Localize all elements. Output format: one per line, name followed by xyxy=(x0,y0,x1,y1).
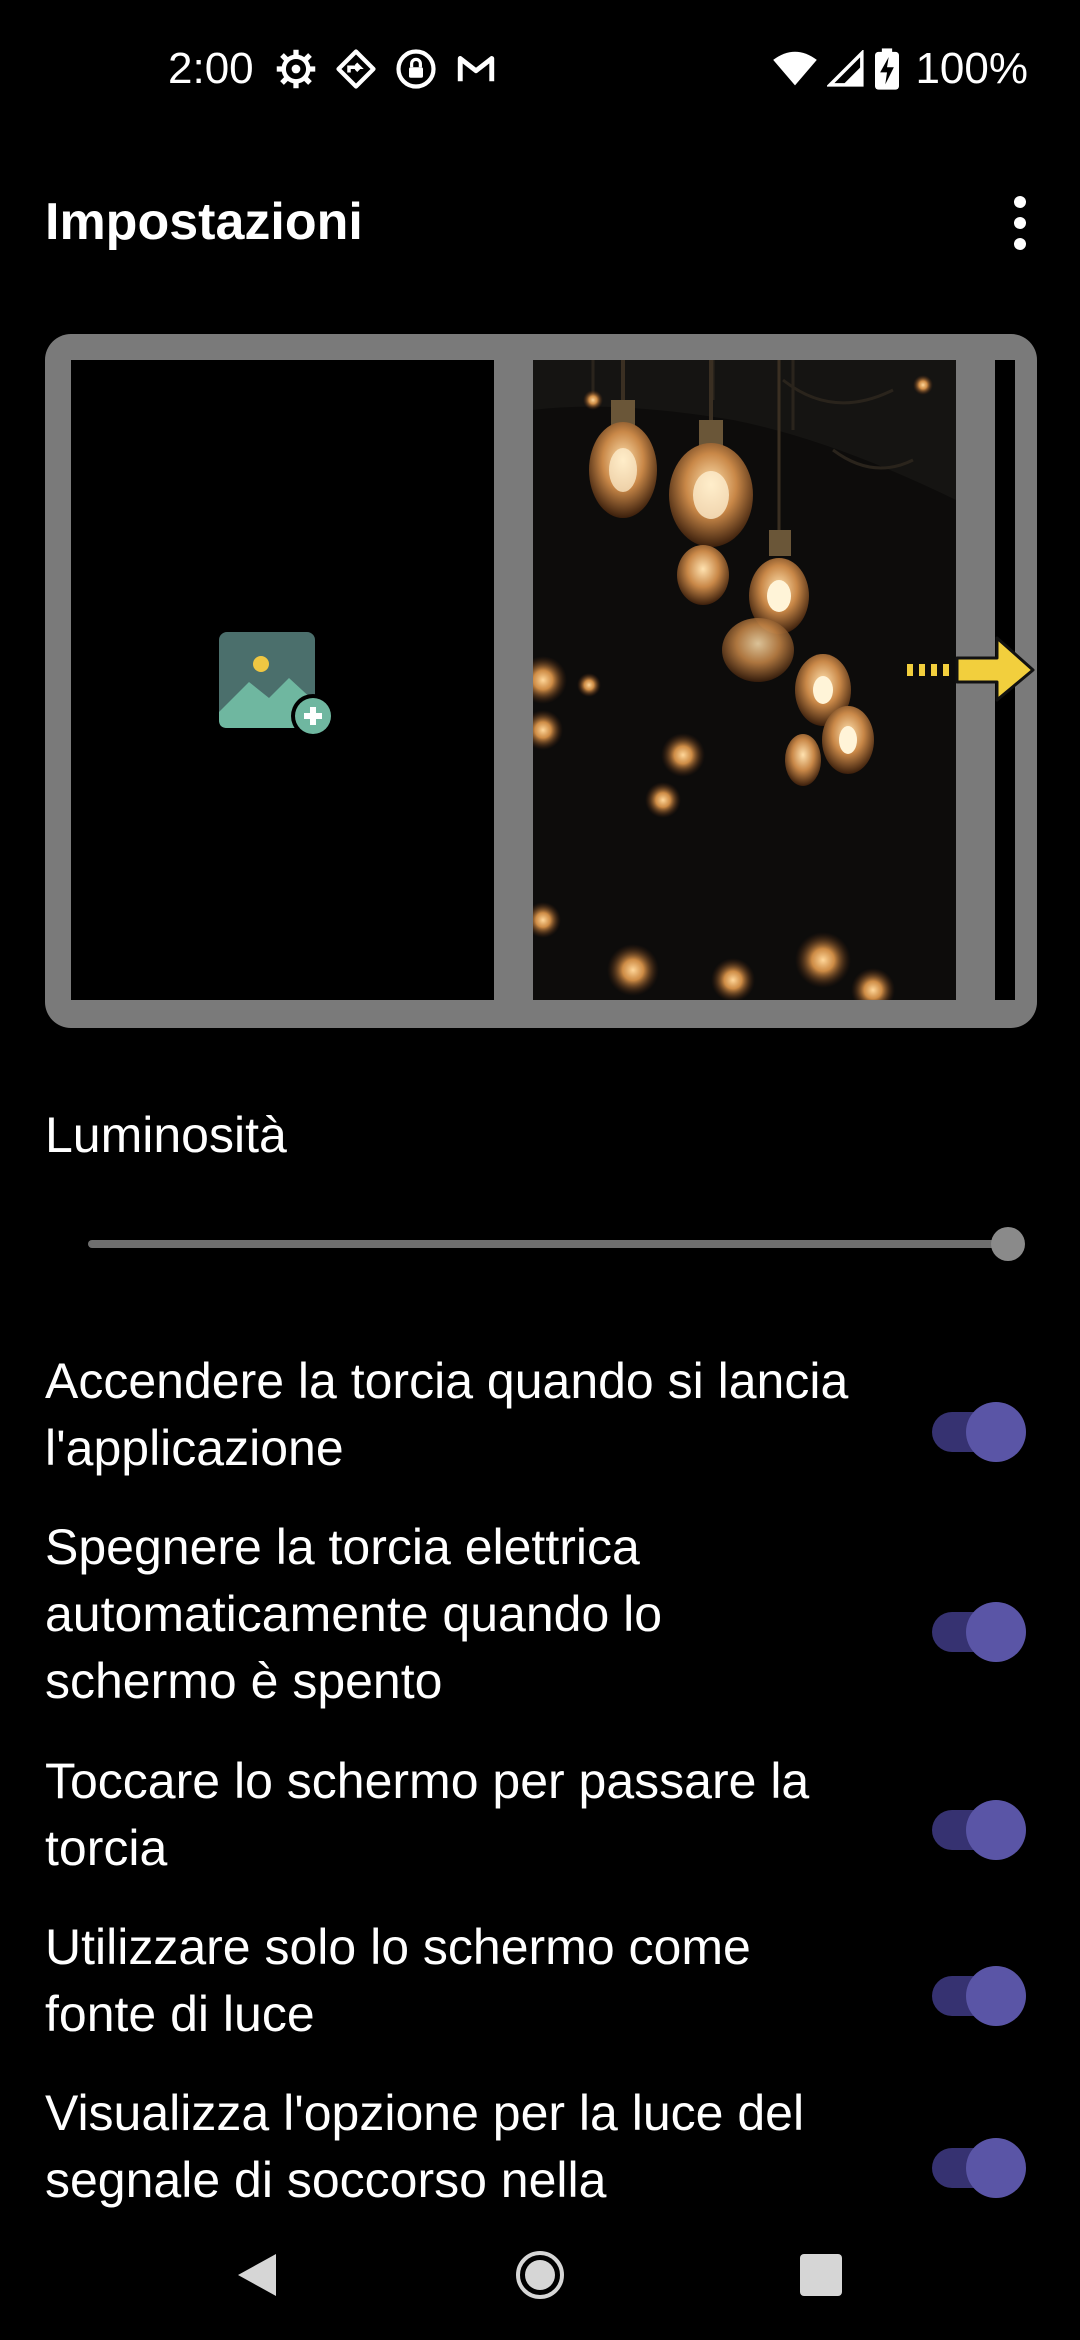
back-icon[interactable] xyxy=(232,2250,280,2300)
wifi-icon xyxy=(773,51,818,86)
setting-label: Accendere la torcia quando si lancia l'a… xyxy=(45,1353,849,1476)
gmail-icon xyxy=(457,56,495,82)
screen-preview-frame xyxy=(45,334,1037,1028)
setting-toggle[interactable] xyxy=(932,1402,1026,1462)
toggle-knob[interactable] xyxy=(966,1800,1026,1860)
battery-percent: 100% xyxy=(915,44,1028,93)
setting-toggle[interactable] xyxy=(932,1800,1026,1860)
setting-label: Visualizza l'opzione per la luce del seg… xyxy=(45,2085,805,2208)
setting-toggle[interactable] xyxy=(932,1602,1026,1662)
page-title: Impostazioni xyxy=(45,193,363,251)
recents-icon[interactable] xyxy=(800,2254,842,2296)
home-icon[interactable] xyxy=(515,2250,565,2300)
swipe-right-arrow-icon xyxy=(907,636,1035,702)
vpn-lock-icon xyxy=(396,49,436,89)
setting-label: Utilizzare solo lo schermo come fonte di… xyxy=(45,1919,751,2042)
toggle-knob[interactable] xyxy=(966,1966,1026,2026)
status-time: 2:00 xyxy=(168,44,254,93)
setting-label: Spegnere la torcia elettrica automaticam… xyxy=(45,1519,663,1709)
battery-charging-icon xyxy=(875,48,900,90)
toggle-knob[interactable] xyxy=(966,1602,1026,1662)
setting-toggle[interactable] xyxy=(932,1966,1026,2026)
toggle-knob[interactable] xyxy=(966,1402,1026,1462)
slider-thumb[interactable] xyxy=(991,1227,1025,1261)
navigation-icon xyxy=(336,49,376,89)
add-image-panel[interactable] xyxy=(71,360,494,1000)
light-bulbs-photo[interactable] xyxy=(533,360,956,1000)
setting-row-sos[interactable]: Visualizza l'opzione per la luce del seg… xyxy=(0,2080,1080,2210)
signal-icon xyxy=(827,50,865,87)
setting-label: Toccare lo schermo per passare la torcia xyxy=(45,1753,810,1876)
settings-gear-icon xyxy=(276,49,316,89)
status-bar: 2:00 100% xyxy=(0,0,1080,140)
slider-track[interactable] xyxy=(88,1240,1008,1248)
setting-toggle[interactable] xyxy=(932,2138,1026,2198)
brightness-label: Luminosità xyxy=(45,1107,287,1163)
navigation-bar xyxy=(0,2210,1080,2340)
brightness-slider[interactable] xyxy=(88,1224,1025,1264)
app-bar: Impostazioni xyxy=(0,180,1080,280)
toggle-knob[interactable] xyxy=(966,2138,1026,2198)
more-vert-icon[interactable] xyxy=(990,188,1050,258)
add-image-icon[interactable] xyxy=(219,632,339,742)
